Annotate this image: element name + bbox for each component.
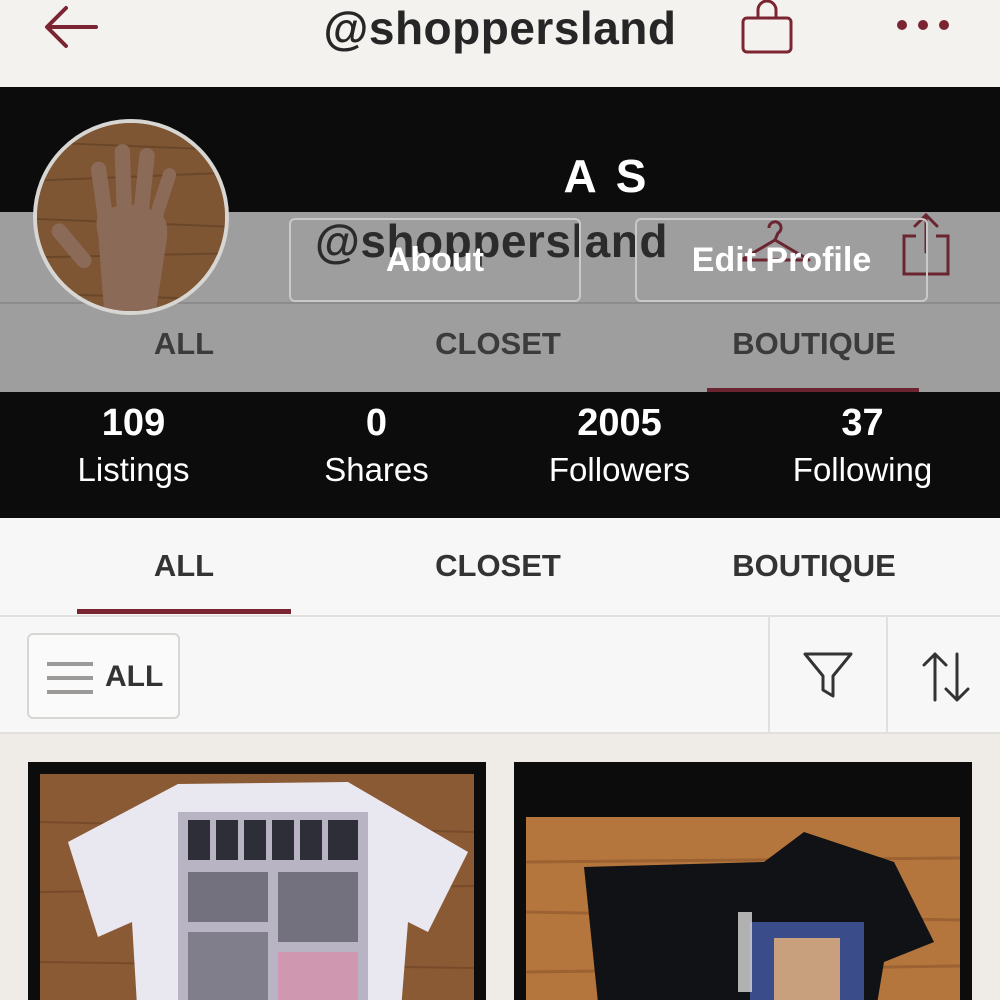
listing-card[interactable] xyxy=(28,762,486,1000)
avatar-photo xyxy=(37,123,225,311)
arrow-left-icon[interactable] xyxy=(40,2,102,52)
stat-value: 2005 xyxy=(577,402,662,444)
category-filter-button[interactable]: ALL xyxy=(27,633,180,719)
stat-value: 109 xyxy=(101,402,166,444)
tab-closet[interactable]: CLOSET xyxy=(348,548,648,584)
listing-photo xyxy=(514,762,972,1000)
overlay-tab-all: ALL xyxy=(153,326,215,361)
stat-label: Following xyxy=(792,451,933,488)
avatar[interactable] xyxy=(33,119,229,315)
active-tab-indicator xyxy=(77,609,291,614)
listing-tabs: ALL CLOSET BOUTIQUE xyxy=(0,518,1000,617)
stat-label: Shares xyxy=(324,451,429,488)
stat-value: 37 xyxy=(841,402,884,444)
listings-grid xyxy=(0,734,1000,1000)
edit-profile-button[interactable]: Edit Profile xyxy=(635,218,928,302)
more-dots-icon[interactable] xyxy=(892,10,954,40)
tab-all[interactable]: ALL xyxy=(34,548,334,584)
divider xyxy=(886,617,888,734)
shopping-bag-icon[interactable] xyxy=(738,0,796,56)
stat-value: 0 xyxy=(365,402,388,444)
profile-stats: 109 Listings 0 Shares 2005 Followers 37 … xyxy=(0,392,1000,518)
filter-bar: ALL xyxy=(0,617,1000,734)
stat-label: Followers xyxy=(548,451,691,488)
listing-card[interactable] xyxy=(514,762,972,1000)
stat-following[interactable]: 37 Following xyxy=(741,402,984,496)
sort-arrows-icon[interactable] xyxy=(920,650,972,704)
listing-photo xyxy=(28,762,486,1000)
overlay-tab-closet: CLOSET xyxy=(435,326,561,361)
stat-followers[interactable]: 2005 Followers xyxy=(498,402,741,496)
about-button[interactable]: About xyxy=(289,218,581,302)
stat-label: Listings xyxy=(77,451,190,488)
page-title: @shoppersland xyxy=(323,2,677,54)
profile-name: A S xyxy=(563,150,651,202)
profile-header: @shoppersland ALL CLOSET BOUTIQUE A S Ab… xyxy=(0,87,1000,518)
top-navigation-bar: @shoppersland xyxy=(0,0,1000,87)
menu-icon xyxy=(47,662,93,694)
overlay-tab-boutique: BOUTIQUE xyxy=(732,326,896,361)
stat-shares[interactable]: 0 Shares xyxy=(255,402,498,496)
funnel-icon[interactable] xyxy=(802,650,854,702)
category-filter-label: ALL xyxy=(105,660,164,693)
divider xyxy=(768,617,770,734)
tab-boutique[interactable]: BOUTIQUE xyxy=(664,548,964,584)
stat-listings[interactable]: 109 Listings xyxy=(12,402,255,496)
